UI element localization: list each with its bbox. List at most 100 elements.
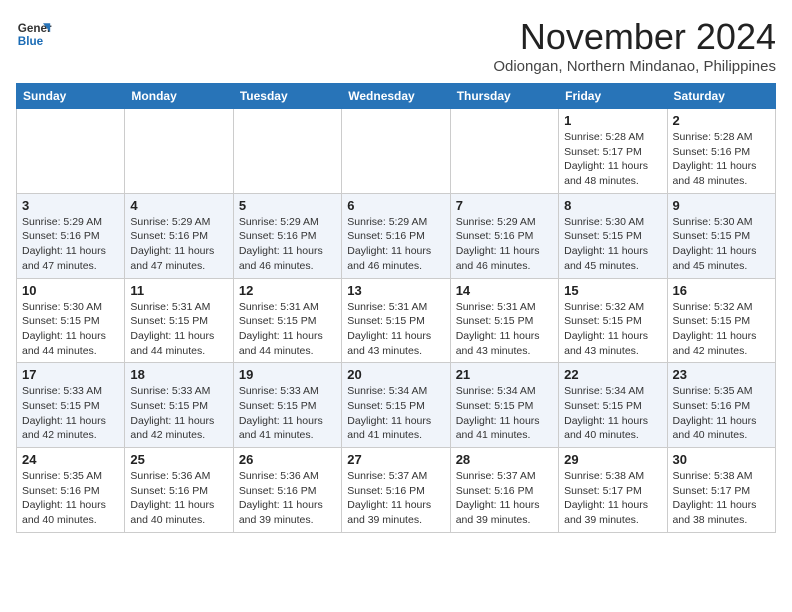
day-number: 16: [673, 283, 770, 298]
day-number: 1: [564, 113, 661, 128]
day-number: 10: [22, 283, 119, 298]
calendar-cell: 1Sunrise: 5:28 AM Sunset: 5:17 PM Daylig…: [559, 109, 667, 194]
weekday-header: Sunday: [17, 84, 125, 109]
calendar-cell: 29 Sunrise: 5:38 AM Sunset: 5:17 PM Dayli…: [559, 448, 667, 533]
day-number: 5: [239, 198, 336, 213]
day-info: Sunrise: 5:37 AM Sunset: 5:16 PM Dayligh…: [347, 469, 444, 528]
calendar-cell: 4 Sunrise: 5:29 AM Sunset: 5:16 PM Daylig…: [125, 193, 233, 278]
day-info: Sunrise: 5:35 AM Sunset: 5:16 PM Dayligh…: [673, 384, 770, 443]
calendar-cell: 13Sunrise: 5:31 AM Sunset: 5:15 PM Dayli…: [342, 278, 450, 363]
weekday-header: Tuesday: [233, 84, 341, 109]
calendar-week-row: 10Sunrise: 5:30 AM Sunset: 5:15 PM Dayli…: [17, 278, 776, 363]
day-info: Sunrise: 5:29 AM Sunset: 5:16 PM Dayligh…: [239, 215, 336, 274]
page-header: General Blue November 2024 Odiongan, Nor…: [16, 16, 776, 75]
day-info: Sunrise: 5:34 AM Sunset: 5:15 PM Dayligh…: [456, 384, 553, 443]
day-info: Sunrise: 5:34 AM Sunset: 5:15 PM Dayligh…: [347, 384, 444, 443]
calendar-cell: 8 Sunrise: 5:30 AM Sunset: 5:15 PM Daylig…: [559, 193, 667, 278]
calendar-week-row: 17 Sunrise: 5:33 AM Sunset: 5:15 PM Dayli…: [17, 363, 776, 448]
calendar-cell: 12 Sunrise: 5:31 AM Sunset: 5:15 PM Dayli…: [233, 278, 341, 363]
calendar-cell: [450, 109, 558, 194]
day-info: Sunrise: 5:31 AM Sunset: 5:15 PM Dayligh…: [130, 300, 227, 359]
calendar: SundayMondayTuesdayWednesdayThursdayFrid…: [16, 83, 776, 533]
calendar-cell: [233, 109, 341, 194]
calendar-cell: 10Sunrise: 5:30 AM Sunset: 5:15 PM Dayli…: [17, 278, 125, 363]
day-info: Sunrise: 5:29 AM Sunset: 5:16 PM Dayligh…: [347, 215, 444, 274]
day-number: 28: [456, 452, 553, 467]
day-number: 4: [130, 198, 227, 213]
weekday-header: Thursday: [450, 84, 558, 109]
calendar-cell: 9 Sunrise: 5:30 AM Sunset: 5:15 PM Daylig…: [667, 193, 775, 278]
day-number: 23: [673, 367, 770, 382]
day-info: Sunrise: 5:37 AM Sunset: 5:16 PM Dayligh…: [456, 469, 553, 528]
day-number: 22: [564, 367, 661, 382]
day-number: 19: [239, 367, 336, 382]
day-number: 20: [347, 367, 444, 382]
day-info: Sunrise: 5:34 AM Sunset: 5:15 PM Dayligh…: [564, 384, 661, 443]
calendar-cell: 3 Sunrise: 5:29 AM Sunset: 5:16 PM Daylig…: [17, 193, 125, 278]
weekday-header: Saturday: [667, 84, 775, 109]
day-number: 3: [22, 198, 119, 213]
day-info: Sunrise: 5:28 AM Sunset: 5:16 PM Dayligh…: [673, 130, 770, 189]
calendar-cell: 22 Sunrise: 5:34 AM Sunset: 5:15 PM Dayli…: [559, 363, 667, 448]
day-info: Sunrise: 5:31 AM Sunset: 5:15 PM Dayligh…: [456, 300, 553, 359]
day-number: 15: [564, 283, 661, 298]
day-info: Sunrise: 5:29 AM Sunset: 5:16 PM Dayligh…: [130, 215, 227, 274]
day-number: 29: [564, 452, 661, 467]
month-title: November 2024: [493, 16, 776, 58]
calendar-cell: 30Sunrise: 5:38 AM Sunset: 5:17 PM Dayli…: [667, 448, 775, 533]
calendar-week-row: 3 Sunrise: 5:29 AM Sunset: 5:16 PM Daylig…: [17, 193, 776, 278]
day-number: 25: [130, 452, 227, 467]
day-number: 8: [564, 198, 661, 213]
calendar-cell: 24 Sunrise: 5:35 AM Sunset: 5:16 PM Dayli…: [17, 448, 125, 533]
day-number: 18: [130, 367, 227, 382]
weekday-header: Monday: [125, 84, 233, 109]
calendar-cell: 28 Sunrise: 5:37 AM Sunset: 5:16 PM Dayli…: [450, 448, 558, 533]
day-number: 2: [673, 113, 770, 128]
day-info: Sunrise: 5:36 AM Sunset: 5:16 PM Dayligh…: [239, 469, 336, 528]
svg-text:Blue: Blue: [18, 35, 44, 48]
calendar-cell: 20 Sunrise: 5:34 AM Sunset: 5:15 PM Dayli…: [342, 363, 450, 448]
day-number: 24: [22, 452, 119, 467]
calendar-cell: [17, 109, 125, 194]
day-info: Sunrise: 5:30 AM Sunset: 5:15 PM Dayligh…: [673, 215, 770, 274]
calendar-cell: 14Sunrise: 5:31 AM Sunset: 5:15 PM Dayli…: [450, 278, 558, 363]
day-info: Sunrise: 5:38 AM Sunset: 5:17 PM Dayligh…: [564, 469, 661, 528]
location: Odiongan, Northern Mindanao, Philippines: [493, 58, 776, 75]
day-number: 12: [239, 283, 336, 298]
calendar-cell: 27Sunrise: 5:37 AM Sunset: 5:16 PM Dayli…: [342, 448, 450, 533]
day-info: Sunrise: 5:31 AM Sunset: 5:15 PM Dayligh…: [239, 300, 336, 359]
day-info: Sunrise: 5:33 AM Sunset: 5:15 PM Dayligh…: [239, 384, 336, 443]
weekday-header: Friday: [559, 84, 667, 109]
calendar-week-row: 1Sunrise: 5:28 AM Sunset: 5:17 PM Daylig…: [17, 109, 776, 194]
calendar-cell: 21 Sunrise: 5:34 AM Sunset: 5:15 PM Dayli…: [450, 363, 558, 448]
calendar-cell: 26 Sunrise: 5:36 AM Sunset: 5:16 PM Dayli…: [233, 448, 341, 533]
day-info: Sunrise: 5:35 AM Sunset: 5:16 PM Dayligh…: [22, 469, 119, 528]
calendar-cell: 18Sunrise: 5:33 AM Sunset: 5:15 PM Dayli…: [125, 363, 233, 448]
calendar-week-row: 24 Sunrise: 5:35 AM Sunset: 5:16 PM Dayli…: [17, 448, 776, 533]
weekday-header-row: SundayMondayTuesdayWednesdayThursdayFrid…: [17, 84, 776, 109]
day-number: 26: [239, 452, 336, 467]
day-info: Sunrise: 5:29 AM Sunset: 5:16 PM Dayligh…: [22, 215, 119, 274]
calendar-cell: 17 Sunrise: 5:33 AM Sunset: 5:15 PM Dayli…: [17, 363, 125, 448]
day-number: 9: [673, 198, 770, 213]
day-info: Sunrise: 5:32 AM Sunset: 5:15 PM Dayligh…: [673, 300, 770, 359]
title-block: November 2024 Odiongan, Northern Mindana…: [493, 16, 776, 75]
logo-icon: General Blue: [16, 16, 52, 52]
calendar-cell: 25 Sunrise: 5:36 AM Sunset: 5:16 PM Dayli…: [125, 448, 233, 533]
calendar-cell: 5 Sunrise: 5:29 AM Sunset: 5:16 PM Daylig…: [233, 193, 341, 278]
day-number: 21: [456, 367, 553, 382]
day-info: Sunrise: 5:36 AM Sunset: 5:16 PM Dayligh…: [130, 469, 227, 528]
day-number: 30: [673, 452, 770, 467]
logo: General Blue: [16, 16, 52, 52]
day-info: Sunrise: 5:33 AM Sunset: 5:15 PM Dayligh…: [22, 384, 119, 443]
calendar-cell: 16 Sunrise: 5:32 AM Sunset: 5:15 PM Dayli…: [667, 278, 775, 363]
day-info: Sunrise: 5:30 AM Sunset: 5:15 PM Dayligh…: [564, 215, 661, 274]
day-info: Sunrise: 5:32 AM Sunset: 5:15 PM Dayligh…: [564, 300, 661, 359]
calendar-cell: 2 Sunrise: 5:28 AM Sunset: 5:16 PM Daylig…: [667, 109, 775, 194]
calendar-cell: 6Sunrise: 5:29 AM Sunset: 5:16 PM Daylig…: [342, 193, 450, 278]
calendar-cell: 7Sunrise: 5:29 AM Sunset: 5:16 PM Daylig…: [450, 193, 558, 278]
day-number: 17: [22, 367, 119, 382]
calendar-cell: 23 Sunrise: 5:35 AM Sunset: 5:16 PM Dayli…: [667, 363, 775, 448]
day-number: 13: [347, 283, 444, 298]
day-number: 11: [130, 283, 227, 298]
